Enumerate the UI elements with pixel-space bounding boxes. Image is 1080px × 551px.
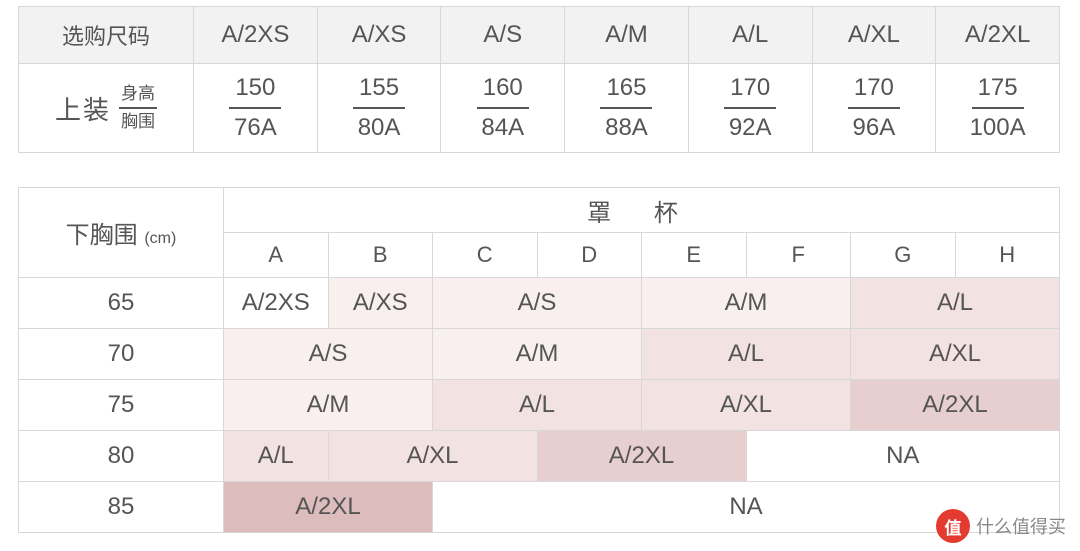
- t1-cell-0: 15076A: [194, 64, 318, 153]
- cell-65-GH: A/L: [851, 278, 1060, 329]
- cell-65-A: A/2XS: [224, 278, 329, 329]
- row-label-65: 65: [19, 278, 224, 329]
- watermark-badge-icon: 值: [936, 509, 970, 543]
- watermark: 值 什么值得买: [936, 509, 1066, 543]
- cell-85-AB: A/2XL: [224, 482, 433, 533]
- cell-75-GH: A/2XL: [851, 380, 1060, 431]
- cell-65-B: A/XS: [328, 278, 433, 329]
- t1-size-1: A/XS: [317, 7, 441, 64]
- cup-size-table: 下胸围 (cm) 罩 杯 A B C D E F G H 65 A/2XS A/…: [18, 187, 1060, 533]
- cup-F: F: [746, 233, 851, 278]
- t1-cell-6: 175100A: [936, 64, 1060, 153]
- cell-80-BC: A/XL: [328, 431, 537, 482]
- cell-70-EF: A/L: [642, 329, 851, 380]
- cell-65-CD: A/S: [433, 278, 642, 329]
- cup-A: A: [224, 233, 329, 278]
- t2-row-header: 下胸围 (cm): [19, 188, 224, 278]
- t1-row-label: 上装 身高 胸围: [19, 64, 194, 153]
- t1-cell-5: 17096A: [812, 64, 936, 153]
- cup-D: D: [537, 233, 642, 278]
- cell-80-DE: A/2XL: [537, 431, 746, 482]
- cup-E: E: [642, 233, 747, 278]
- row-label-85: 85: [19, 482, 224, 533]
- t1-cell-3: 16588A: [565, 64, 689, 153]
- t1-size-2: A/S: [441, 7, 565, 64]
- cup-G: G: [851, 233, 956, 278]
- cell-75-CD: A/L: [433, 380, 642, 431]
- row-label-80: 80: [19, 431, 224, 482]
- t1-row-label-sub1: 身高: [119, 83, 157, 109]
- t1-size-3: A/M: [565, 7, 689, 64]
- cell-80-A: A/L: [224, 431, 329, 482]
- cell-75-EF: A/XL: [642, 380, 851, 431]
- t1-size-5: A/XL: [812, 7, 936, 64]
- t1-cell-4: 17092A: [688, 64, 812, 153]
- cell-70-CD: A/M: [433, 329, 642, 380]
- t1-header-first: 选购尺码: [19, 7, 194, 64]
- cell-80-FGH: NA: [746, 431, 1060, 482]
- t1-cell-2: 16084A: [441, 64, 565, 153]
- tops-size-table: 选购尺码 A/2XS A/XS A/S A/M A/L A/XL A/2XL 上…: [18, 6, 1060, 153]
- watermark-text: 什么值得买: [976, 513, 1066, 539]
- t1-size-0: A/2XS: [194, 7, 318, 64]
- cell-75-AB: A/M: [224, 380, 433, 431]
- cell-70-AB: A/S: [224, 329, 433, 380]
- t1-cell-1: 15580A: [317, 64, 441, 153]
- t1-size-4: A/L: [688, 7, 812, 64]
- t1-row-label-main: 上装: [55, 90, 111, 127]
- cell-65-EF: A/M: [642, 278, 851, 329]
- row-label-75: 75: [19, 380, 224, 431]
- cup-B: B: [328, 233, 433, 278]
- cup-H: H: [955, 233, 1060, 278]
- t1-size-6: A/2XL: [936, 7, 1060, 64]
- t1-row-label-sub2: 胸围: [119, 109, 157, 133]
- cell-70-GH: A/XL: [851, 329, 1060, 380]
- row-label-70: 70: [19, 329, 224, 380]
- t2-cup-title: 罩 杯: [224, 188, 1060, 233]
- cup-C: C: [433, 233, 538, 278]
